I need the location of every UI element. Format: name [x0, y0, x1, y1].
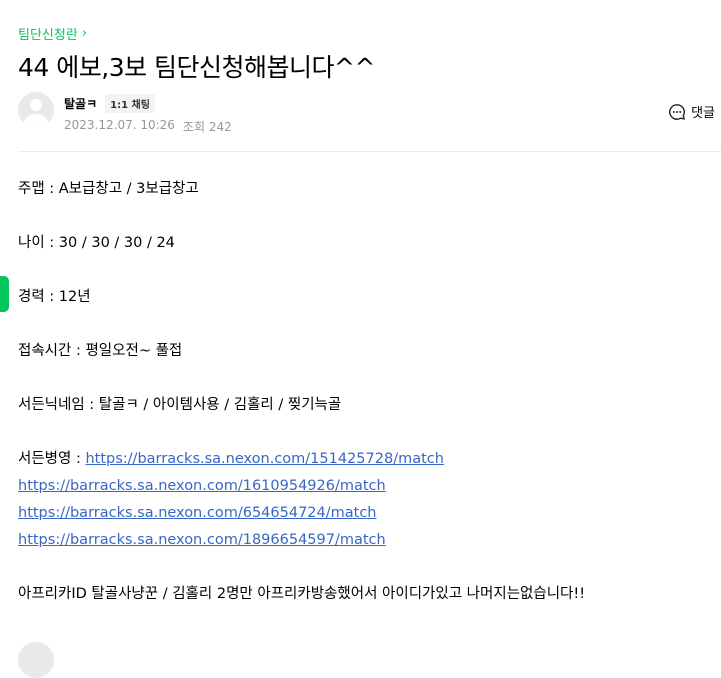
- avatar[interactable]: [18, 92, 54, 128]
- content-line-link3: https://barracks.sa.nexon.com/654654724/…: [18, 500, 708, 527]
- content-line-nicknames: 서든닉네임 : 탈골ㅋ / 아이템사용 / 김홀리 / 찢기늑골: [18, 397, 342, 413]
- content-line-time: 접속시간 : 평일오전~ 풀접: [18, 343, 183, 359]
- author-row: 탈골ㅋ 1:1 채팅: [64, 94, 155, 113]
- content-line-afreeca: 아프리카ID 탈골사냥꾼 / 김홀리 2명만 아프리카방송했어서 아이디가있고 …: [18, 586, 586, 602]
- record-label: 서든병영 :: [18, 451, 86, 467]
- content-line-record: 서든병영 : https://barracks.sa.nexon.com/151…: [18, 446, 708, 473]
- content-line-age: 나이 : 30 / 30 / 30 / 24: [18, 235, 175, 251]
- comment-button[interactable]: 댓글: [668, 102, 715, 121]
- post-title: 44 에보,3보 팀단신청해봅니다^^: [18, 53, 375, 82]
- views-value: 242: [208, 120, 232, 134]
- content-line-career: 경력 : 12년: [18, 289, 91, 305]
- speech-bubble-icon: [669, 103, 686, 120]
- content-line-link2: https://barracks.sa.nexon.com/1610954926…: [18, 473, 708, 500]
- board-link[interactable]: 팀단신청란 ›: [18, 24, 87, 43]
- record-link-4[interactable]: https://barracks.sa.nexon.com/1896654597…: [18, 532, 386, 548]
- author-name[interactable]: 탈골ㅋ: [64, 95, 97, 112]
- comment-label: 댓글: [691, 106, 715, 121]
- board-name: 팀단신청란: [18, 28, 78, 43]
- record-link-1[interactable]: https://barracks.sa.nexon.com/151425728/…: [85, 451, 444, 467]
- post-date: 2023.12.07. 10:26: [64, 118, 175, 132]
- views-label: 조회: [182, 120, 206, 134]
- chevron-right-icon: ›: [81, 26, 88, 41]
- content-line-map: 주맵 : A보급창고 / 3보급창고: [18, 181, 199, 197]
- header-divider: [18, 151, 721, 152]
- side-indicator: [0, 276, 9, 312]
- record-link-3[interactable]: https://barracks.sa.nexon.com/654654724/…: [18, 505, 377, 521]
- record-link-2[interactable]: https://barracks.sa.nexon.com/1610954926…: [18, 478, 386, 494]
- chat-button[interactable]: 1:1 채팅: [105, 94, 155, 113]
- view-count: 조회 242: [183, 118, 232, 135]
- post-meta: 2023.12.07. 10:26 조회 242: [64, 118, 232, 135]
- post-body: 주맵 : A보급창고 / 3보급창고 나이 : 30 / 30 / 30 / 2…: [18, 176, 708, 608]
- avatar[interactable]: [18, 642, 54, 678]
- content-line-link4: https://barracks.sa.nexon.com/1896654597…: [18, 527, 708, 554]
